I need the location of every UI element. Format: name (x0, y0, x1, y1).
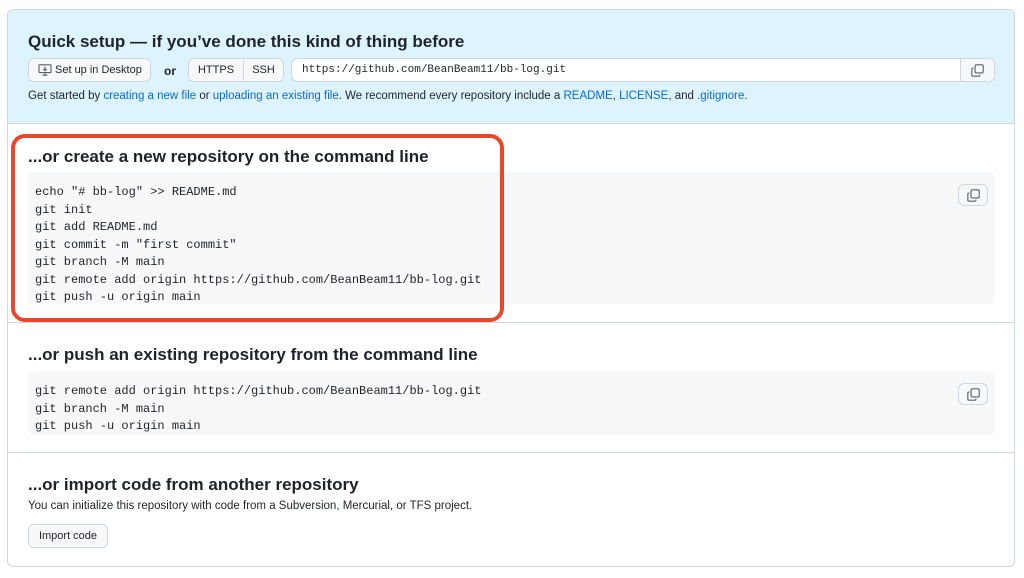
gitignore-link[interactable]: .gitignore (697, 90, 744, 102)
protocol-toggle: HTTPS SSH (188, 58, 284, 82)
create-repo-title: ...or create a new repository on the com… (28, 147, 429, 166)
copy-push-commands-button[interactable] (958, 383, 988, 405)
push-repo-section: ...or push an existing repository from t… (8, 323, 1014, 453)
create-repo-code-lines: echo "# bb-log" >> README.md git init git … (28, 184, 481, 307)
copy-icon (966, 188, 980, 202)
get-started-or: or (196, 90, 213, 102)
copy-icon (966, 387, 980, 401)
code-line: git branch -M main (35, 401, 165, 416)
import-code-button[interactable]: Import code (28, 524, 108, 548)
code-line: git push -u origin main (35, 419, 201, 433)
license-link[interactable]: LICENSE (619, 90, 668, 102)
clone-url-text[interactable]: https://github.com/BeanBeam11/bb-log.git (292, 64, 960, 76)
clone-url-field[interactable]: https://github.com/BeanBeam11/bb-log.git (291, 58, 995, 82)
push-repo-code-block: git remote add origin https://github.com… (28, 371, 995, 435)
code-line: git remote add origin https://github.com… (35, 384, 482, 398)
setup-in-desktop-button[interactable]: Set up in Desktop (28, 58, 151, 82)
get-started-prefix: Get started by (28, 90, 104, 102)
code-line: git branch -M main (35, 255, 165, 269)
code-line: git push -u origin main (35, 290, 201, 304)
getting-started-text: Get started by creating a new file or up… (28, 90, 748, 102)
copy-url-button[interactable] (960, 59, 994, 81)
code-line: git commit -m "first commit" (35, 237, 237, 252)
copy-create-commands-button[interactable] (958, 184, 988, 206)
create-repo-code-block: echo "# bb-log" >> README.md git init git … (28, 172, 995, 304)
push-repo-title: ...or push an existing repository from t… (28, 345, 478, 364)
setup-in-desktop-label: Set up in Desktop (55, 64, 142, 76)
copy-icon (971, 63, 984, 77)
create-repo-section: ...or create a new repository on the com… (8, 124, 1014, 323)
repo-setup-panel: Quick setup — if you’ve done this kind o… (7, 9, 1015, 567)
desktop-download-icon (38, 64, 52, 76)
quick-setup-title: Quick setup — if you’ve done this kind o… (28, 32, 465, 51)
import-code-section: ...or import code from another repositor… (8, 453, 1014, 566)
code-line: git init (35, 202, 93, 217)
or-separator: or (164, 64, 176, 78)
code-line: git add README.md (35, 220, 158, 234)
get-started-period: . (744, 90, 748, 102)
quick-setup-section: Quick setup — if you’ve done this kind o… (8, 10, 1014, 124)
import-code-title: ...or import code from another repositor… (28, 475, 359, 494)
push-repo-code-lines: git remote add origin https://github.com… (28, 383, 481, 436)
upload-existing-file-link[interactable]: uploading an existing file (213, 90, 339, 102)
readme-link[interactable]: README (564, 90, 613, 102)
code-line: echo "# bb-log" >> README.md (35, 185, 237, 199)
get-started-and: , and (668, 90, 698, 102)
code-line: git remote add origin https://github.com… (35, 272, 482, 287)
creating-new-file-link[interactable]: creating a new file (103, 90, 196, 102)
import-code-description: You can initialize this repository with … (28, 500, 473, 512)
ssh-button[interactable]: SSH (244, 59, 283, 81)
https-button[interactable]: HTTPS (189, 59, 244, 81)
get-started-recommend: . We recommend every repository include … (338, 90, 564, 102)
